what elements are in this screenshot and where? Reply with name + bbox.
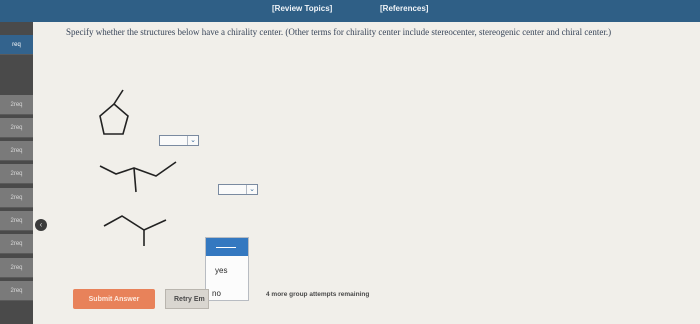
option-yes[interactable]: yes	[215, 266, 227, 275]
chirality-options-menu: yes no	[205, 237, 249, 301]
sidebar-item-9[interactable]: 2req	[0, 258, 33, 278]
question-instructions: Specify whether the structures below hav…	[66, 27, 612, 37]
branched-alkane-structure-2	[103, 215, 167, 246]
branched-alkane-structure-1	[99, 161, 177, 193]
methylcyclopentane-structure	[99, 89, 129, 135]
retry-button[interactable]: Retry Em	[165, 289, 209, 309]
sidebar-item-1[interactable]: req	[0, 35, 33, 55]
sidebar-item-5[interactable]: 2req	[0, 164, 33, 184]
sidebar-item-3[interactable]: 2req	[0, 118, 33, 138]
sidebar-item-7[interactable]: 2req	[0, 211, 33, 231]
chevron-down-icon: ⌄	[246, 185, 257, 194]
sidebar-item-4[interactable]: 2req	[0, 141, 33, 161]
sidebar-item-10[interactable]: 2req	[0, 281, 33, 301]
sidebar-item-2[interactable]: 2req	[0, 95, 33, 115]
top-bar: [Review Topics] [References]	[0, 0, 700, 22]
review-topics-link[interactable]: [Review Topics]	[272, 4, 332, 13]
chirality-select-1[interactable]: ⌄	[159, 135, 199, 146]
chevron-down-icon: ⌄	[187, 136, 198, 145]
references-link[interactable]: [References]	[380, 4, 428, 13]
sidebar-item-6[interactable]: 2req	[0, 188, 33, 208]
sidebar: req 2req 2req 2req 2req 2req 2req 2req 2…	[0, 22, 33, 324]
chevron-left-icon[interactable]: ‹	[35, 219, 47, 231]
attempts-remaining: 4 more group attempts remaining	[266, 291, 370, 298]
sidebar-item-8[interactable]: 2req	[0, 234, 33, 254]
option-blank[interactable]	[206, 238, 248, 256]
chirality-select-2[interactable]: ⌄	[218, 184, 258, 195]
option-no[interactable]: no	[212, 289, 221, 298]
submit-answer-button[interactable]: Submit Answer	[73, 289, 155, 309]
